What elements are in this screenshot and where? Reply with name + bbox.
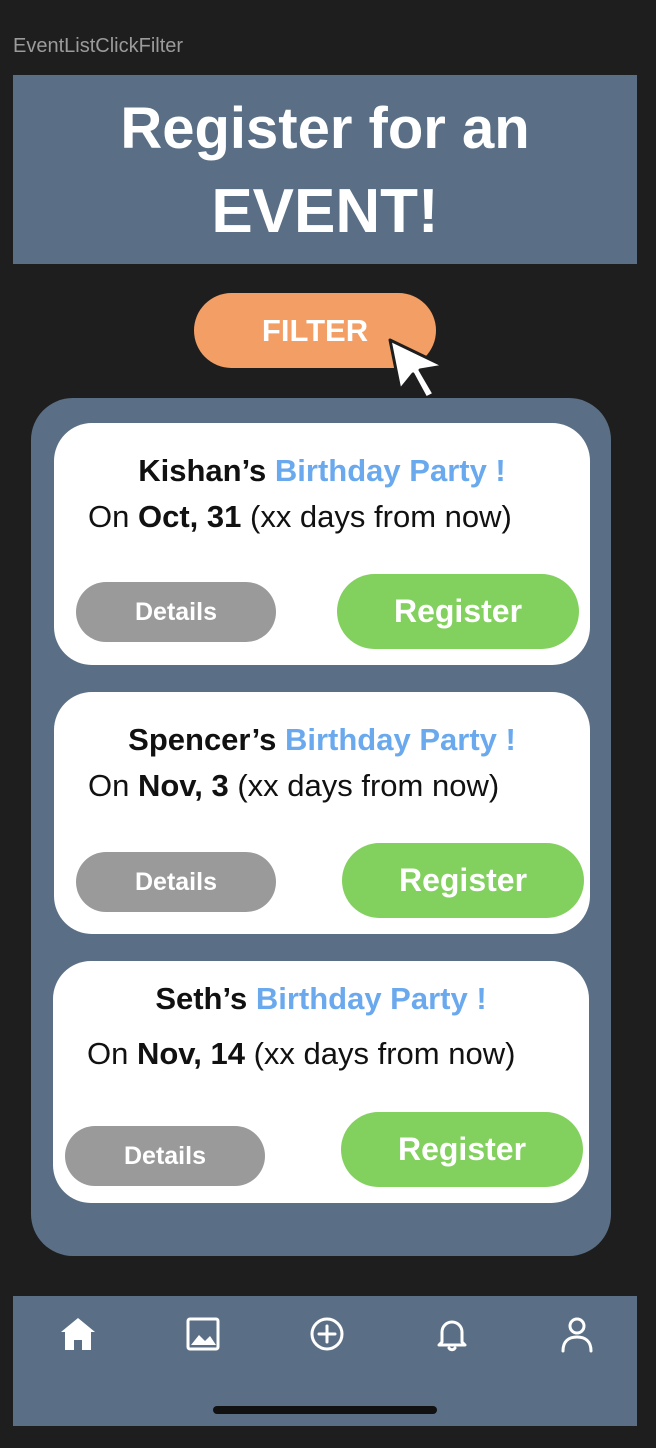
date-relative: (xx days from now) bbox=[250, 499, 512, 534]
page-title-line2: EVENT! bbox=[211, 177, 439, 246]
event-host: Seth’s bbox=[155, 981, 248, 1016]
cursor-icon bbox=[388, 338, 446, 400]
event-list: Kishan’s Birthday Party ! On Oct, 31 (xx… bbox=[31, 398, 611, 1256]
event-card: Seth’s Birthday Party ! On Nov, 14 (xx d… bbox=[53, 961, 589, 1203]
event-date: On Nov, 14 (xx days from now) bbox=[87, 1036, 515, 1072]
plus-circle-icon[interactable] bbox=[307, 1314, 347, 1354]
home-icon[interactable] bbox=[58, 1314, 98, 1354]
event-card: Spencer’s Birthday Party ! On Nov, 3 (xx… bbox=[54, 692, 590, 934]
date-prefix: On bbox=[88, 499, 130, 534]
image-icon[interactable] bbox=[183, 1314, 223, 1354]
bottom-nav bbox=[13, 1296, 637, 1426]
date-value: Nov, 14 bbox=[136, 1036, 245, 1071]
event-card: Kishan’s Birthday Party ! On Oct, 31 (xx… bbox=[54, 423, 590, 665]
date-prefix: On bbox=[87, 1036, 129, 1071]
register-button[interactable]: Register bbox=[342, 843, 584, 918]
event-title: Spencer’s Birthday Party ! bbox=[54, 722, 590, 758]
bell-icon[interactable] bbox=[432, 1314, 472, 1354]
event-type: Birthday Party ! bbox=[274, 453, 506, 488]
event-type: Birthday Party ! bbox=[255, 981, 487, 1016]
event-date: On Nov, 3 (xx days from now) bbox=[88, 768, 499, 804]
date-relative: (xx days from now) bbox=[237, 768, 500, 803]
details-button[interactable]: Details bbox=[76, 852, 276, 912]
details-button[interactable]: Details bbox=[76, 582, 276, 642]
event-type: Birthday Party ! bbox=[284, 722, 516, 757]
register-button[interactable]: Register bbox=[341, 1112, 583, 1187]
page-title-line1: Register for an bbox=[120, 96, 530, 161]
user-icon[interactable] bbox=[557, 1314, 597, 1354]
register-button[interactable]: Register bbox=[337, 574, 579, 649]
frame-label: EventListClickFilter bbox=[13, 35, 184, 57]
date-value: Oct, 31 bbox=[137, 499, 242, 534]
date-prefix: On bbox=[88, 768, 130, 803]
event-title: Kishan’s Birthday Party ! bbox=[54, 453, 590, 489]
event-title: Seth’s Birthday Party ! bbox=[53, 981, 589, 1017]
page-header: Register for an EVENT! bbox=[13, 75, 637, 264]
details-button[interactable]: Details bbox=[65, 1126, 265, 1186]
date-value: Nov, 3 bbox=[137, 768, 229, 803]
home-indicator bbox=[213, 1406, 437, 1414]
event-date: On Oct, 31 (xx days from now) bbox=[88, 499, 512, 535]
event-host: Spencer’s bbox=[128, 722, 277, 757]
date-relative: (xx days from now) bbox=[253, 1036, 516, 1071]
event-host: Kishan’s bbox=[138, 453, 267, 488]
